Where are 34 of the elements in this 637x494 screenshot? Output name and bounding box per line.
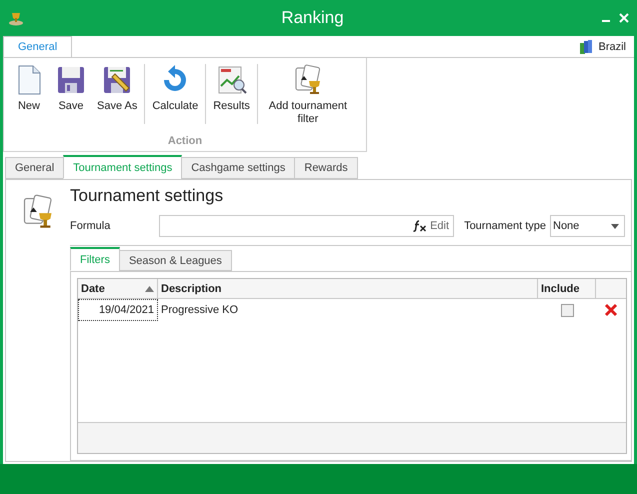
- book-icon: [578, 38, 594, 54]
- table-cell-text: Progressive KO: [160, 303, 240, 318]
- ribbon-button[interactable]: Calculate: [147, 64, 204, 113]
- tab[interactable]: General: [5, 157, 64, 179]
- chart-magnifier-icon: [216, 64, 248, 96]
- page-title: Tournament settings: [70, 186, 224, 207]
- ribbon-button[interactable]: New: [8, 64, 50, 113]
- column-header[interactable]: Include: [538, 279, 596, 298]
- tournament-type-label: Tournament type: [464, 220, 546, 232]
- ribbon-button[interactable]: Results: [208, 64, 255, 113]
- close-icon[interactable]: [619, 13, 629, 23]
- group-label: Action: [166, 134, 204, 149]
- formula-field[interactable]: Edit: [159, 215, 454, 237]
- formula-label: Formula: [70, 220, 112, 232]
- region-label: Brazil: [598, 40, 626, 52]
- tab[interactable]: Season & Leagues: [118, 250, 232, 271]
- ribbon-button[interactable]: Save: [50, 64, 92, 113]
- table-cell: 19/04/2021: [78, 299, 158, 321]
- column-header[interactable]: Description: [158, 279, 538, 298]
- dropdown-arrow-icon: [611, 224, 619, 228]
- tab[interactable]: Rewards: [294, 157, 358, 179]
- floppy-icon: [55, 64, 87, 96]
- ribbon-tab[interactable]: General: [3, 36, 72, 57]
- window-title: Ranking: [280, 8, 345, 28]
- ribbon-button[interactable]: Save As: [92, 64, 142, 113]
- tab[interactable]: Cashgame settings: [181, 157, 296, 179]
- checkbox[interactable]: [560, 304, 574, 316]
- ribbon-button[interactable]: Add tournament filter: [260, 64, 356, 126]
- formula-icon: [413, 220, 428, 232]
- tournament-type-dropdown[interactable]: None: [550, 215, 625, 237]
- column-header[interactable]: Date: [78, 279, 158, 298]
- trophy-icon: [8, 10, 24, 26]
- delete-icon[interactable]: [604, 303, 618, 317]
- edit-button[interactable]: Edit: [409, 220, 454, 232]
